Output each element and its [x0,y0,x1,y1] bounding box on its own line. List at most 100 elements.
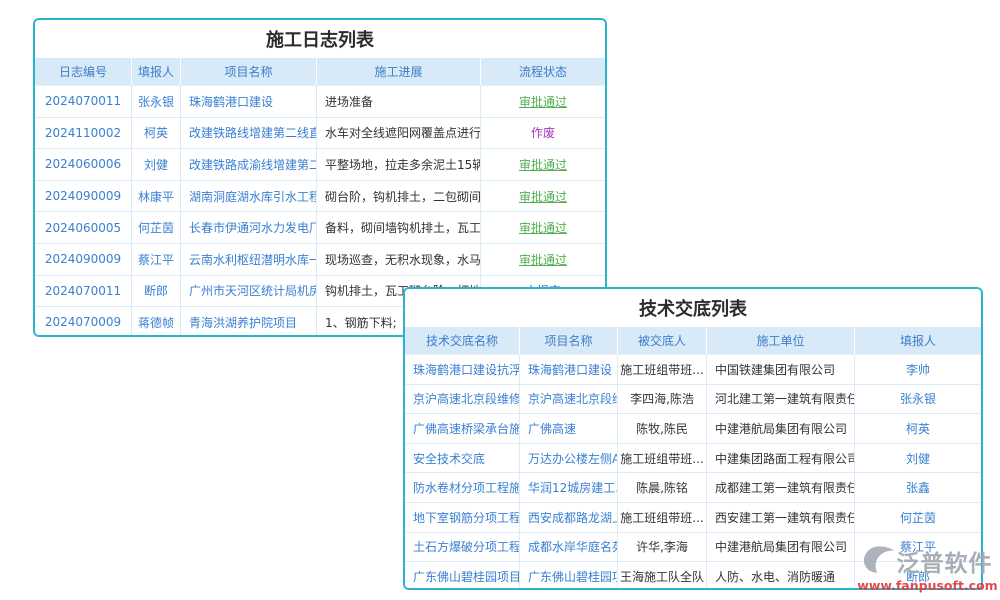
cell-project-name[interactable]: 广东佛山碧桂园项目 [520,562,618,590]
tech-disclosure-header-row: 技术交底名称 项目名称 被交底人 施工单位 填报人 [405,327,981,355]
cell-reporter[interactable]: 断郎 [132,276,181,307]
cell-unit: 成都建工第一建筑有限责任公司 [707,473,855,502]
cell-disclosure-name[interactable]: 京沪高速北京段维修... [405,385,520,414]
table-row: 2024090009蔡江平云南水利枢纽潜明水库一...现场巡查，无积水现象，水马… [35,244,605,276]
cell-recipient: 施工班组带班... [618,444,707,473]
cell-project-name[interactable]: 万达办公楼左侧A... [520,444,618,473]
fanpu-logo-icon [863,545,895,578]
cell-unit: 中建集团路面工程有限公司 [707,444,855,473]
column-header-disclosure-name: 技术交底名称 [405,327,520,354]
cell-recipient: 李四海,陈浩 [618,385,707,414]
cell-recipient: 陈牧,陈民 [618,414,707,443]
cell-log-id[interactable]: 2024090009 [35,244,132,275]
table-row: 2024110002柯英改建铁路线增建第二线直...水车对全线遮阳网覆盖点进行.… [35,118,605,150]
cell-project-name[interactable]: 青海洪湖养护院项目 [181,307,317,337]
table-row: 2024060006刘健改建铁路成渝线增建第二...平整场地，拉走多余泥土15辆… [35,149,605,181]
cell-disclosure-name[interactable]: 地下室钢筋分项工程... [405,503,520,532]
cell-reporter[interactable]: 刘健 [132,149,181,180]
column-header-recipient: 被交底人 [618,327,707,354]
cell-disclosure-name[interactable]: 广东佛山碧桂园项目... [405,562,520,590]
column-header-reporter: 填报人 [132,58,181,85]
cell-status[interactable]: 审批通过 [481,149,605,180]
construction-log-header-row: 日志编号 填报人 项目名称 施工进展 流程状态 [35,58,605,86]
cell-project-name[interactable]: 云南水利枢纽潜明水库一... [181,244,317,275]
cell-project-name[interactable]: 西安成都路龙湖上... [520,503,618,532]
cell-disclosure-name[interactable]: 广佛高速桥梁承台施... [405,414,520,443]
cell-reporter[interactable]: 张永银 [132,86,181,117]
cell-unit: 河北建工第一建筑有限责任公司 [707,385,855,414]
cell-reporter[interactable]: 蒋德帧 [132,307,181,337]
cell-project-name[interactable]: 珠海鹤港口建设 [181,86,317,117]
cell-recipient: 陈晨,陈铭 [618,473,707,502]
cell-reporter[interactable]: 何芷茵 [132,212,181,243]
cell-project-name[interactable]: 广佛高速 [520,414,618,443]
cell-project-name[interactable]: 京沪高速北京段维修 [520,385,618,414]
cell-reporter[interactable]: 刘健 [855,444,981,473]
cell-log-id[interactable]: 2024090009 [35,181,132,212]
cell-reporter[interactable]: 张永银 [855,385,981,414]
column-header-reporter: 填报人 [855,327,981,354]
column-header-project: 项目名称 [520,327,618,354]
cell-project-name[interactable]: 湖南洞庭湖水库引水工程... [181,181,317,212]
cell-disclosure-name[interactable]: 安全技术交底 [405,444,520,473]
table-row: 珠海鹤港口建设抗浮...珠海鹤港口建设施工班组带班...中国铁建集团有限公司李帅 [405,355,981,385]
cell-disclosure-name[interactable]: 珠海鹤港口建设抗浮... [405,355,520,384]
cell-reporter[interactable]: 李帅 [855,355,981,384]
cell-status[interactable]: 作废 [481,118,605,149]
column-header-unit: 施工单位 [707,327,855,354]
construction-log-title: 施工日志列表 [35,20,605,58]
brand-url: www.fanpusoft.com [855,578,1000,593]
cell-unit: 中建港航局集团有限公司 [707,533,855,562]
cell-log-id[interactable]: 2024070011 [35,276,132,307]
cell-project-name[interactable]: 成都水岸华庭名苑... [520,533,618,562]
cell-log-id[interactable]: 2024070011 [35,86,132,117]
cell-unit: 人防、水电、消防暖通 [707,562,855,590]
cell-recipient: 王海施工队全队 [618,562,707,590]
table-row: 2024060005何芷茵长春市伊通河水力发电厂...备料，砌间墙钩机排土，瓦工… [35,212,605,244]
table-row: 防水卷材分项工程施...华润12城房建工...陈晨,陈铭成都建工第一建筑有限责任… [405,473,981,503]
table-row: 2024090009林康平湖南洞庭湖水库引水工程...砌台阶，钩机排土，二包砌间… [35,181,605,213]
cell-project-name[interactable]: 改建铁路成渝线增建第二... [181,149,317,180]
cell-recipient: 许华,李海 [618,533,707,562]
cell-reporter[interactable]: 蔡江平 [132,244,181,275]
cell-unit: 中国铁建集团有限公司 [707,355,855,384]
cell-progress: 备料，砌间墙钩机排土，瓦工... [317,212,481,243]
tech-disclosure-title: 技术交底列表 [405,289,981,327]
cell-disclosure-name[interactable]: 土石方爆破分项工程... [405,533,520,562]
cell-project-name[interactable]: 珠海鹤港口建设 [520,355,618,384]
cell-log-id[interactable]: 2024070009 [35,307,132,337]
cell-project-name[interactable]: 广州市天河区统计局机房... [181,276,317,307]
cell-reporter[interactable]: 柯英 [855,414,981,443]
cell-reporter[interactable]: 张鑫 [855,473,981,502]
table-row: 2024070011张永银珠海鹤港口建设进场准备审批通过 [35,86,605,118]
table-row: 广佛高速桥梁承台施...广佛高速陈牧,陈民中建港航局集团有限公司柯英 [405,414,981,444]
cell-progress: 平整场地，拉走多余泥土15辆... [317,149,481,180]
cell-project-name[interactable]: 改建铁路线增建第二线直... [181,118,317,149]
cell-status[interactable]: 审批通过 [481,212,605,243]
cell-project-name[interactable]: 华润12城房建工... [520,473,618,502]
cell-reporter[interactable]: 柯英 [132,118,181,149]
cell-recipient: 施工班组带班... [618,503,707,532]
table-row: 安全技术交底万达办公楼左侧A...施工班组带班...中建集团路面工程有限公司刘健 [405,444,981,474]
cell-status[interactable]: 审批通过 [481,181,605,212]
cell-project-name[interactable]: 长春市伊通河水力发电厂... [181,212,317,243]
cell-log-id[interactable]: 2024060005 [35,212,132,243]
cell-unit: 中建港航局集团有限公司 [707,414,855,443]
cell-reporter[interactable]: 林康平 [132,181,181,212]
table-row: 地下室钢筋分项工程...西安成都路龙湖上...施工班组带班...西安建工第一建筑… [405,503,981,533]
table-row: 京沪高速北京段维修...京沪高速北京段维修李四海,陈浩河北建工第一建筑有限责任公… [405,385,981,415]
cell-progress: 水车对全线遮阳网覆盖点进行... [317,118,481,149]
column-header-log-id: 日志编号 [35,58,132,85]
cell-log-id[interactable]: 2024110002 [35,118,132,149]
fanpu-logo: 泛普软件 www.fanpusoft.com [855,544,1000,593]
cell-status[interactable]: 审批通过 [481,86,605,117]
cell-progress: 现场巡查，无积水现象，水马... [317,244,481,275]
cell-status[interactable]: 审批通过 [481,244,605,275]
cell-unit: 西安建工第一建筑有限责任公司 [707,503,855,532]
cell-disclosure-name[interactable]: 防水卷材分项工程施... [405,473,520,502]
column-header-progress: 施工进展 [317,58,481,85]
cell-log-id[interactable]: 2024060006 [35,149,132,180]
column-header-project: 项目名称 [181,58,317,85]
cell-recipient: 施工班组带班... [618,355,707,384]
cell-reporter[interactable]: 何芷茵 [855,503,981,532]
